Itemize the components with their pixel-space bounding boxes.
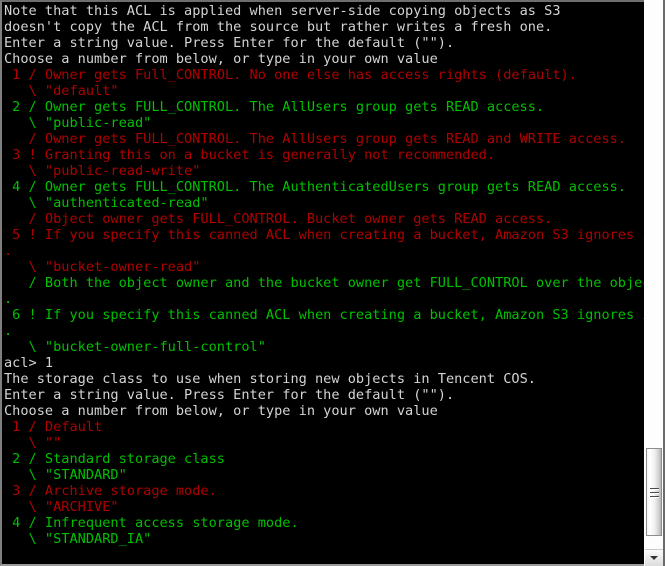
- scrollbar-track[interactable]: [645, 0, 663, 549]
- console-line: Enter a string value. Press Enter for th…: [4, 387, 455, 403]
- console-line: 1 / Default: [4, 419, 103, 435]
- console-line: \ "bucket-owner-read": [4, 259, 201, 275]
- terminal-screen[interactable]: Note that this ACL is applied when serve…: [0, 0, 644, 566]
- console-line: \ "STANDARD": [4, 467, 127, 483]
- console-line: 3 / Archive storage mode.: [4, 483, 217, 499]
- console-line: 1 / Owner gets Full_CONTROL. No one else…: [4, 67, 577, 83]
- console-line: \ "default": [4, 83, 119, 99]
- console-line: \ "public-read": [4, 115, 152, 131]
- console-line: / Both the object owner and the bucket o…: [4, 275, 644, 291]
- console-output: Note that this ACL is applied when serve…: [4, 3, 644, 547]
- prompt-line[interactable]: storage_class>: [4, 547, 644, 564]
- console-line: \ "authenticated-read": [4, 195, 209, 211]
- console-line: \ "ARCHIVE": [4, 499, 119, 515]
- console-line: 5 ! If you specify this canned ACL when …: [4, 227, 644, 243]
- terminal-window: Note that this ACL is applied when serve…: [0, 0, 665, 566]
- console-line: \ "STANDARD_IA": [4, 531, 152, 547]
- console-line: \ "": [4, 435, 62, 451]
- console-line: doesn't copy the ACL from the source but…: [4, 19, 553, 35]
- console-line: .: [4, 291, 13, 307]
- chevron-down-icon: [650, 556, 658, 560]
- console-line: / Owner gets FULL_CONTROL. The AllUsers …: [4, 131, 626, 147]
- scrollbar-down-button[interactable]: [645, 549, 663, 566]
- console-line: Choose a number from below, or type in y…: [4, 403, 438, 419]
- console-line: 2 / Owner gets FULL_CONTROL. The AllUser…: [4, 99, 545, 115]
- console-line: 4 / Infrequent access storage mode.: [4, 515, 299, 531]
- console-line: Note that this ACL is applied when serve…: [4, 3, 561, 19]
- scrollbar-thumb[interactable]: [646, 448, 662, 536]
- console-line: Choose a number from below, or type in y…: [4, 51, 438, 67]
- console-line: 4 / Owner gets FULL_CONTROL. The Authent…: [4, 179, 626, 195]
- console-line: 3 ! Granting this on a bucket is general…: [4, 147, 496, 163]
- console-line: Enter a string value. Press Enter for th…: [4, 35, 455, 51]
- console-line: The storage class to use when storing ne…: [4, 371, 536, 387]
- console-line: 2 / Standard storage class: [4, 451, 225, 467]
- console-line: .: [4, 243, 13, 259]
- console-line: \ "public-read-write": [4, 163, 201, 179]
- console-line: / Object owner gets FULL_CONTROL. Bucket…: [4, 211, 553, 227]
- console-line: 6 ! If you specify this canned ACL when …: [4, 307, 644, 323]
- console-line: acl> 1: [4, 355, 54, 371]
- console-line: .: [4, 323, 13, 339]
- vertical-scrollbar[interactable]: [644, 0, 665, 566]
- console-line: \ "bucket-owner-full-control": [4, 339, 266, 355]
- grip-lines-icon: [649, 487, 659, 497]
